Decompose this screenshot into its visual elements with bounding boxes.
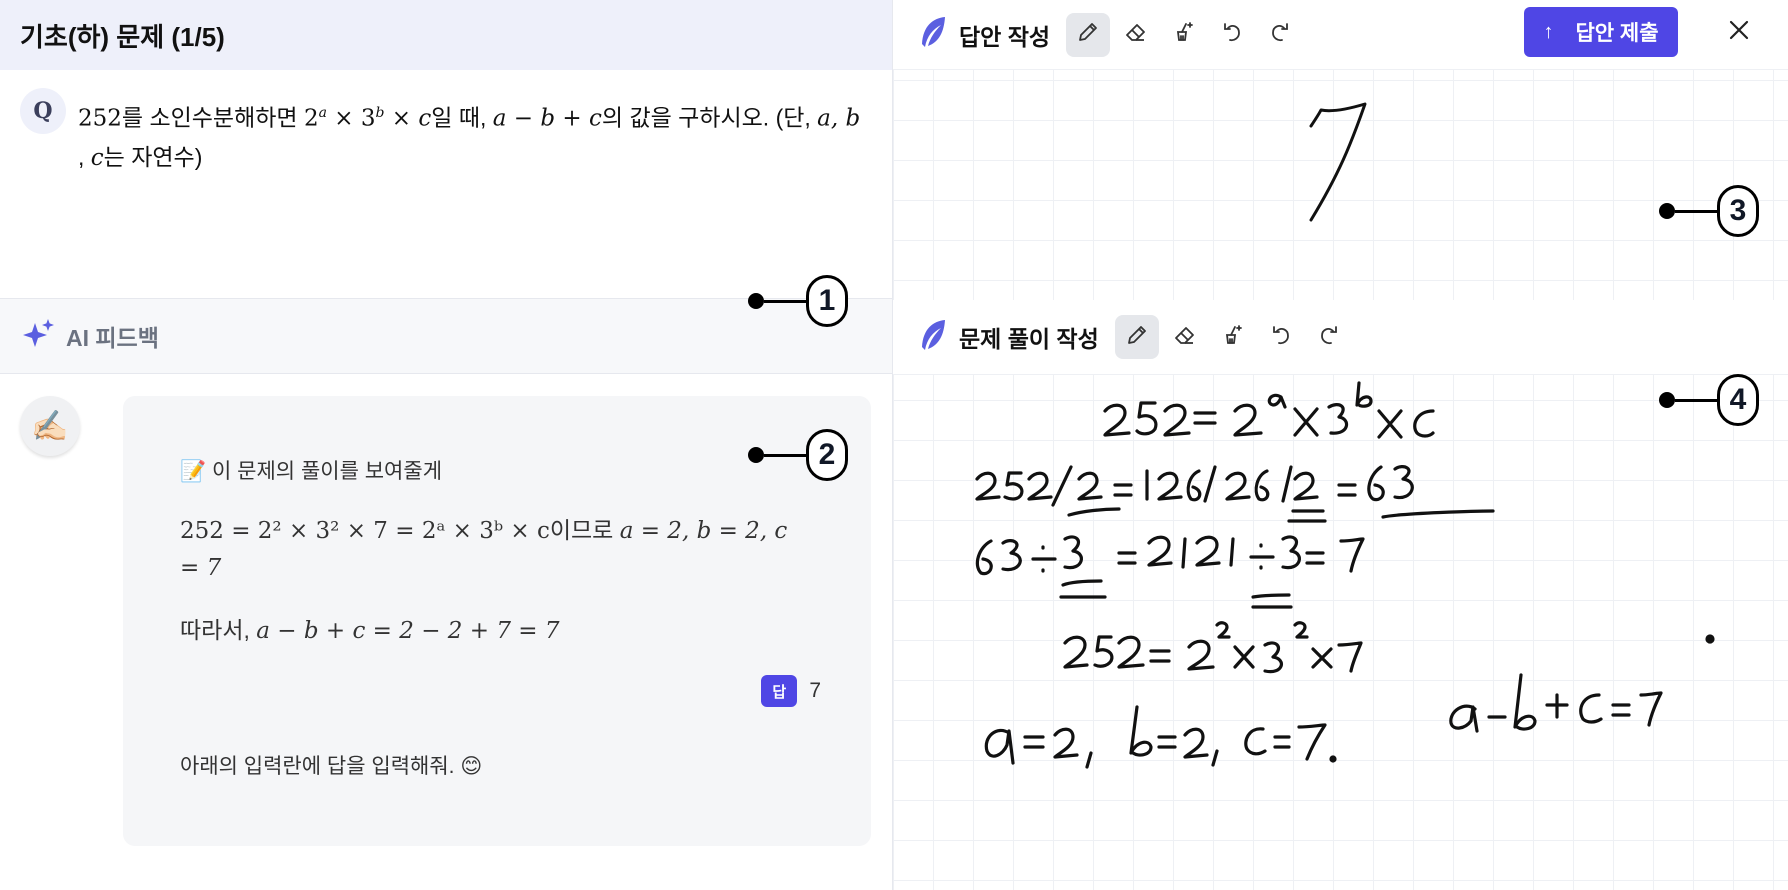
writing-pane: 답안 작성 ↑ 답안 제출 3 문제 풀이 작성 4 <box>893 0 1788 890</box>
undo-button[interactable] <box>1210 13 1254 57</box>
callout-3: 3 <box>1659 185 1759 237</box>
question-text: 252를 소인수분해하면 2a × 3b × c일 때, a − b + c의 … <box>78 104 861 171</box>
pen-icon <box>1125 323 1149 352</box>
pen-tool-button[interactable] <box>1114 315 1159 359</box>
answer-value: 7 <box>809 679 821 702</box>
clear-tool-button[interactable] <box>1162 13 1206 57</box>
question-title: 기초(하) 문제 (1/5) <box>20 21 225 52</box>
callout-number: 1 <box>806 275 848 327</box>
pen-tool-button[interactable] <box>1066 12 1111 57</box>
memo-icon: 📝 <box>180 460 207 483</box>
clear-brush-icon <box>1221 323 1245 352</box>
feather-icon <box>917 317 949 358</box>
answer-toolbar: 답안 작성 ↑ 답안 제출 <box>893 0 1788 70</box>
eraser-tool-button[interactable] <box>1114 13 1158 57</box>
answer-panel-title: 답안 작성 <box>959 23 1051 50</box>
answer-canvas[interactable]: 3 <box>893 70 1788 300</box>
callout-number: 4 <box>1717 374 1759 426</box>
clear-brush-icon <box>1172 20 1196 49</box>
redo-button[interactable] <box>1258 13 1302 57</box>
callout-number: 3 <box>1717 185 1759 237</box>
redo-icon <box>1268 20 1292 49</box>
undo-icon <box>1220 20 1244 49</box>
callout-line <box>764 299 806 303</box>
undo-button[interactable] <box>1259 315 1303 359</box>
callout-number: 2 <box>806 429 848 481</box>
callout-dot <box>1659 203 1675 219</box>
undo-icon <box>1269 323 1293 352</box>
callout-line <box>764 453 806 457</box>
redo-icon <box>1317 323 1341 352</box>
callout-2: 2 <box>748 429 848 481</box>
callout-dot <box>1659 392 1675 408</box>
solution-panel-title: 문제 풀이 작성 <box>959 326 1099 352</box>
ai-feedback-title: AI 피드백 <box>66 325 159 351</box>
submit-label: 답안 제출 <box>1575 22 1659 45</box>
ai-feedback-body: ✍🏻 📝 이 문제의 풀이를 보여줄게 252 = 2² × 3² × 7 = … <box>0 374 892 890</box>
callout-1: 1 <box>748 275 848 327</box>
feedback-answer: 답 7 <box>180 675 821 707</box>
redo-button[interactable] <box>1307 315 1351 359</box>
pen-icon <box>1076 20 1100 49</box>
arrow-up-icon: ↑ <box>1543 20 1554 43</box>
close-icon <box>1727 18 1751 47</box>
feedback-step-1: 252 = 2² × 3² × 7 = 2ᵃ × 3ᵇ × c이므로 a = 2… <box>180 517 788 581</box>
question-pane: 기초(하) 문제 (1/5) Q 252를 소인수분해하면 2a × 3b × … <box>0 0 893 890</box>
eraser-icon <box>1173 323 1197 352</box>
sparkle-icon <box>22 317 56 356</box>
solution-handwriting <box>975 381 1715 769</box>
eraser-icon <box>1124 20 1148 49</box>
feather-icon <box>917 14 949 55</box>
callout-4: 4 <box>1659 374 1759 426</box>
clear-tool-button[interactable] <box>1211 315 1255 359</box>
callout-line <box>1675 398 1717 402</box>
close-button[interactable] <box>1719 12 1759 52</box>
feedback-intro: 📝 이 문제의 풀이를 보여줄게 <box>180 460 443 483</box>
question-badge: Q <box>20 88 66 134</box>
feedback-step-2: 따라서, a − b + c = 2 − 2 + 7 = 7 <box>180 617 560 644</box>
solution-toolbar: 문제 풀이 작성 <box>893 300 1788 375</box>
eraser-tool-button[interactable] <box>1163 315 1207 359</box>
submit-answer-button[interactable]: ↑ 답안 제출 <box>1524 7 1678 57</box>
callout-dot <box>748 447 764 463</box>
solution-canvas[interactable]: 4 <box>893 374 1788 890</box>
answer-handwriting <box>1309 102 1367 222</box>
avatar: ✍🏻 <box>20 396 80 456</box>
callout-line <box>1675 209 1717 213</box>
feedback-outro: 아래의 입력란에 답을 입력해줘. 😊 <box>180 755 483 778</box>
question-header: 기초(하) 문제 (1/5) <box>0 0 892 70</box>
question-body: Q 252를 소인수분해하면 2a × 3b × c일 때, a − b + c… <box>0 70 892 327</box>
answer-badge: 답 <box>761 675 798 707</box>
callout-dot <box>748 293 764 309</box>
